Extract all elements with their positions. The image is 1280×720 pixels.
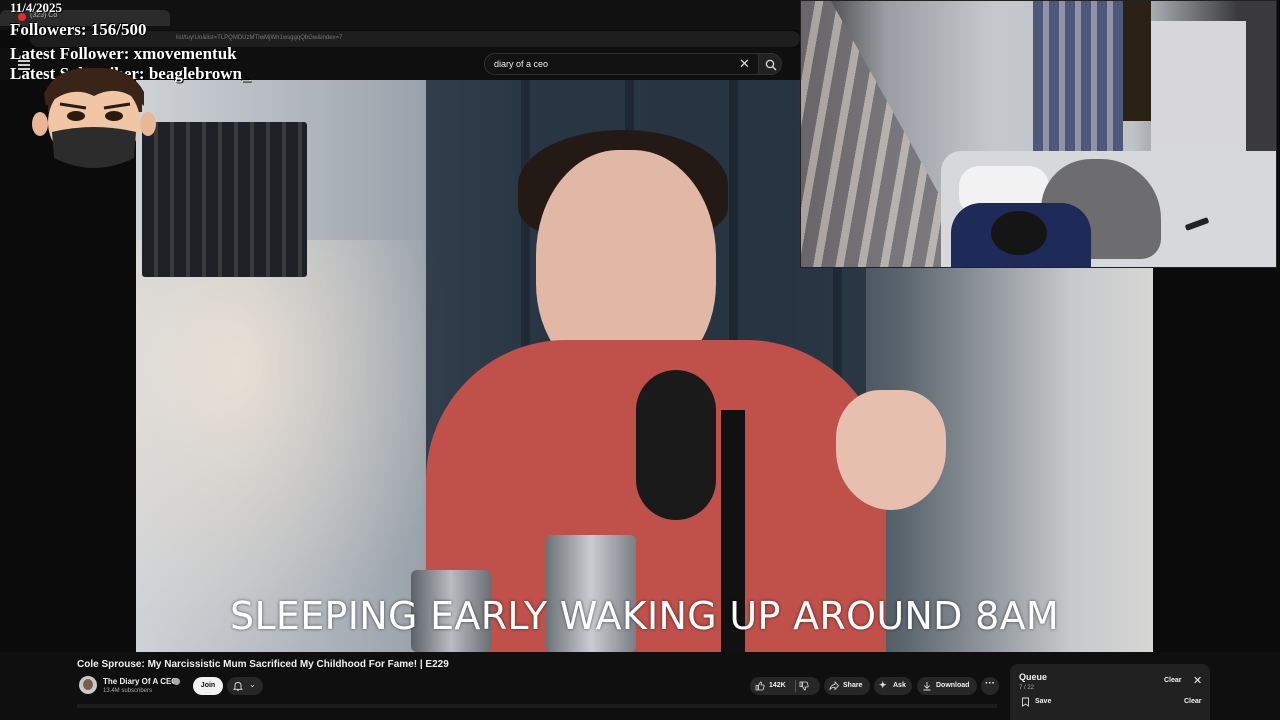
- queue-clear-button[interactable]: Clear: [1164, 677, 1182, 684]
- download-icon: [923, 682, 931, 691]
- webcam-overlay: [800, 0, 1277, 268]
- channel-avatar[interactable]: [79, 676, 97, 694]
- streamer-avatar: [32, 67, 156, 168]
- ask-label: Ask: [893, 682, 906, 689]
- share-label: Share: [843, 682, 863, 689]
- guest-hand: [836, 390, 946, 510]
- overlay-followers: Followers: 156/500: [10, 20, 147, 39]
- sleeping-person-head: [991, 211, 1047, 255]
- ask-button[interactable]: ✦ Ask: [874, 677, 912, 695]
- microphone: [636, 370, 716, 520]
- wall-lamp: [142, 122, 307, 277]
- video-title: Cole Sprouse: My Narcissistic Mum Sacrif…: [77, 659, 449, 670]
- bookmark-icon: [1022, 697, 1029, 707]
- queue-title: Queue: [1019, 672, 1048, 682]
- search-button[interactable]: [758, 53, 782, 75]
- queue-count: 7 / 22: [1019, 685, 1035, 691]
- address-bar-url: list/tuy!Uo&list=TLPQMDUzMTIwMjWn1wsggqQ…: [176, 35, 343, 41]
- join-button[interactable]: Join: [193, 677, 223, 695]
- notification-bell-button[interactable]: ⌄: [227, 677, 263, 695]
- channel-subscribers: 13.4M subscribers: [103, 688, 153, 694]
- curtain: [1033, 1, 1123, 176]
- verified-icon: [173, 678, 180, 685]
- search-icon: [765, 59, 777, 71]
- like-divider: [795, 680, 796, 692]
- more-actions-button[interactable]: ···: [981, 677, 999, 695]
- close-icon[interactable]: ✕: [1193, 674, 1202, 687]
- overlay-latest-follower: Latest Follower: xmovementuk: [10, 44, 237, 63]
- close-icon[interactable]: ✕: [739, 57, 750, 70]
- download-button[interactable]: Download: [917, 677, 977, 695]
- thumbs-up-icon: [755, 681, 765, 691]
- search-query-text: diary of a ceo: [494, 59, 549, 69]
- queue-save-button[interactable]: Save: [1035, 698, 1051, 705]
- curtain: [801, 1, 951, 267]
- download-label: Download: [936, 682, 970, 689]
- like-count: 142K: [769, 682, 786, 689]
- video-caption: SLEEPING EARLY WAKING UP AROUND 8AM: [230, 594, 1059, 638]
- share-button[interactable]: Share: [824, 677, 870, 695]
- like-button[interactable]: 142K: [750, 677, 820, 695]
- shelf: [1151, 21, 1246, 151]
- channel-name[interactable]: The Diary Of A CEO: [103, 677, 178, 686]
- share-icon: [829, 681, 839, 691]
- thumbs-down-icon[interactable]: [799, 681, 809, 691]
- overlay-date: 11/4/2025: [10, 0, 63, 15]
- queue-clear-button-secondary[interactable]: Clear: [1184, 698, 1202, 705]
- window: [1123, 1, 1151, 121]
- wall-light: [136, 240, 456, 652]
- bell-icon: [233, 682, 243, 691]
- description-strip: [77, 704, 997, 708]
- sparkle-icon: ✦: [879, 680, 887, 690]
- chevron-down-icon: ⌄: [249, 680, 256, 689]
